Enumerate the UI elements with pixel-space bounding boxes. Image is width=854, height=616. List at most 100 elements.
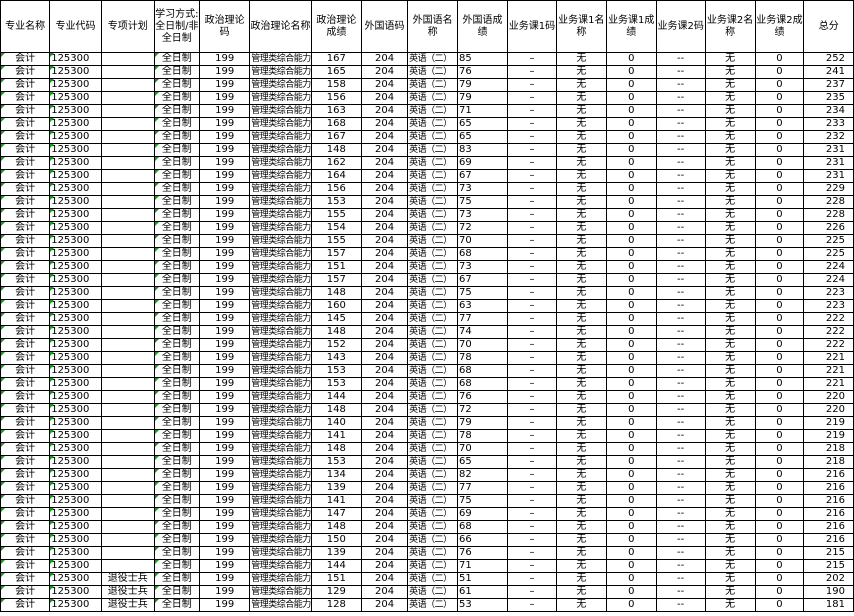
table-cell: 151	[310, 572, 362, 586]
table-cell: 英语（二）	[407, 195, 458, 209]
table-row: 会计 125300 全日制 199 管理类综合能力 140 204 英语（二） 79– 无 0 -- 无…	[0, 416, 854, 430]
column-header: 外国语名称	[407, 0, 458, 53]
table-cell: 125300	[49, 91, 102, 105]
table-cell: 0	[754, 221, 805, 235]
table-cell: --	[655, 572, 706, 586]
table-cell: –	[507, 143, 557, 157]
table-cell: 218	[803, 455, 854, 469]
table-cell: 167	[310, 130, 362, 144]
table-cell: 225	[803, 247, 854, 261]
table-cell: 77	[457, 481, 508, 495]
table-cell: 无	[704, 117, 756, 131]
table-cell: 无	[555, 325, 607, 339]
table-cell: 管理类综合能力	[249, 91, 312, 105]
table-row: 会计 125300 全日制 199 管理类综合能力 164 204 英语（二） 67– 无 0 -- 无…	[0, 169, 854, 183]
table-cell: 128	[310, 598, 362, 612]
table-cell: 78	[457, 351, 508, 365]
table-cell: 0	[605, 416, 657, 430]
table-cell: 153	[310, 377, 362, 391]
table-cell: 199	[199, 559, 251, 573]
table-cell: –	[507, 182, 557, 196]
table-cell: 199	[199, 533, 251, 547]
table-cell	[100, 195, 155, 209]
table-cell: 150	[310, 533, 362, 547]
table-cell: 125300	[49, 169, 102, 183]
table-cell: 无	[555, 494, 607, 508]
table-cell: 125300	[49, 338, 102, 352]
table-cell: 199	[199, 377, 251, 391]
table-cell	[100, 52, 155, 66]
table-cell: 管理类综合能力	[249, 234, 312, 248]
table-cell: 无	[704, 416, 756, 430]
table-cell: 会计	[0, 585, 51, 599]
table-cell: 0	[754, 546, 805, 560]
table-cell: 125300	[49, 143, 102, 157]
table-cell: 无	[704, 546, 756, 560]
table-cell: 226	[803, 221, 854, 235]
column-header: 政治理论码	[199, 0, 251, 53]
table-cell: 管理类综合能力	[249, 338, 312, 352]
table-cell: 管理类综合能力	[249, 208, 312, 222]
table-cell: 199	[199, 429, 251, 443]
table-cell: 216	[803, 520, 854, 534]
table-cell: --	[655, 416, 706, 430]
table-row: 会计 125300 全日制 199 管理类综合能力 148 204 英语（二） 72– 无 0 -- 无…	[0, 403, 854, 417]
table-cell: 77	[457, 312, 508, 326]
table-cell: --	[655, 169, 706, 183]
table-row: 会计 125300 全日制 199 管理类综合能力 165 204 英语（二） 76– 无 0 -- 无…	[0, 65, 854, 79]
table-cell: 无	[555, 572, 607, 586]
table-cell: 79	[457, 416, 508, 430]
table-cell: 61	[457, 585, 508, 599]
table-cell: 全日制	[153, 390, 201, 404]
table-cell: 215	[803, 546, 854, 560]
table-cell: 英语（二）	[407, 364, 458, 378]
column-header: 业务课2名称	[704, 0, 756, 53]
table-row: 会计 125300 全日制 199 管理类综合能力 144 204 英语（二） 76– 无 0 -- 无…	[0, 390, 854, 404]
table-cell: --	[655, 143, 706, 157]
table-row: 会计 125300 全日制 199 管理类综合能力 145 204 英语（二） 77– 无 0 -- 无…	[0, 312, 854, 326]
table-row: 会计 125300 全日制 199 管理类综合能力 156 204 英语（二） 73– 无 0 -- 无…	[0, 182, 854, 196]
table-row: 会计 125300 全日制 199 管理类综合能力 134 204 英语（二） 82– 无 0 -- 无…	[0, 468, 854, 482]
table-cell: 管理类综合能力	[249, 117, 312, 131]
table-cell: 会计	[0, 377, 51, 391]
table-cell: 全日制	[153, 286, 201, 300]
table-cell: 0	[605, 299, 657, 313]
table-cell: --	[655, 299, 706, 313]
table-cell: –	[507, 416, 557, 430]
table-cell: 85	[457, 52, 508, 66]
table-cell: 0	[754, 520, 805, 534]
table-cell: 143	[310, 351, 362, 365]
table-cell: 无	[704, 286, 756, 300]
table-row: 会计 125300 全日制 199 管理类综合能力 153 204 英语（二） 75– 无 0 -- 无…	[0, 195, 854, 209]
table-cell: 0	[605, 234, 657, 248]
table-cell: 无	[555, 468, 607, 482]
table-cell: 125300	[49, 455, 102, 469]
table-cell: 管理类综合能力	[249, 221, 312, 235]
table-cell: 无	[555, 221, 607, 235]
table-cell: –	[507, 195, 557, 209]
column-header: 专项计划	[100, 0, 155, 53]
table-cell: 204	[360, 143, 409, 157]
table-cell: 无	[704, 559, 756, 573]
table-cell: 155	[310, 208, 362, 222]
table-cell: 无	[555, 559, 607, 573]
table-cell: 管理类综合能力	[249, 481, 312, 495]
table-cell: 全日制	[153, 130, 201, 144]
table-cell: 221	[803, 364, 854, 378]
table-cell: 无	[555, 130, 607, 144]
table-cell: 153	[310, 195, 362, 209]
table-cell: 无	[555, 520, 607, 534]
table-cell: 199	[199, 91, 251, 105]
table-cell: 全日制	[153, 507, 201, 521]
table-row: 会计 125300 全日制 199 管理类综合能力 160 204 英语（二） 63– 无 0 -- 无…	[0, 299, 854, 313]
table-cell	[100, 247, 155, 261]
table-cell: 英语（二）	[407, 78, 458, 92]
table-cell: 无	[555, 91, 607, 105]
column-header: 业务课2码	[655, 0, 706, 53]
table-cell: 204	[360, 221, 409, 235]
table-cell: 管理类综合能力	[249, 403, 312, 417]
table-cell: 无	[704, 364, 756, 378]
table-cell: 141	[310, 494, 362, 508]
table-row: 会计 125300 退役士兵 全日制 199 管理类综合能力 151 204 英语（二） 51– 无…	[0, 572, 854, 586]
table-cell: 0	[754, 403, 805, 417]
